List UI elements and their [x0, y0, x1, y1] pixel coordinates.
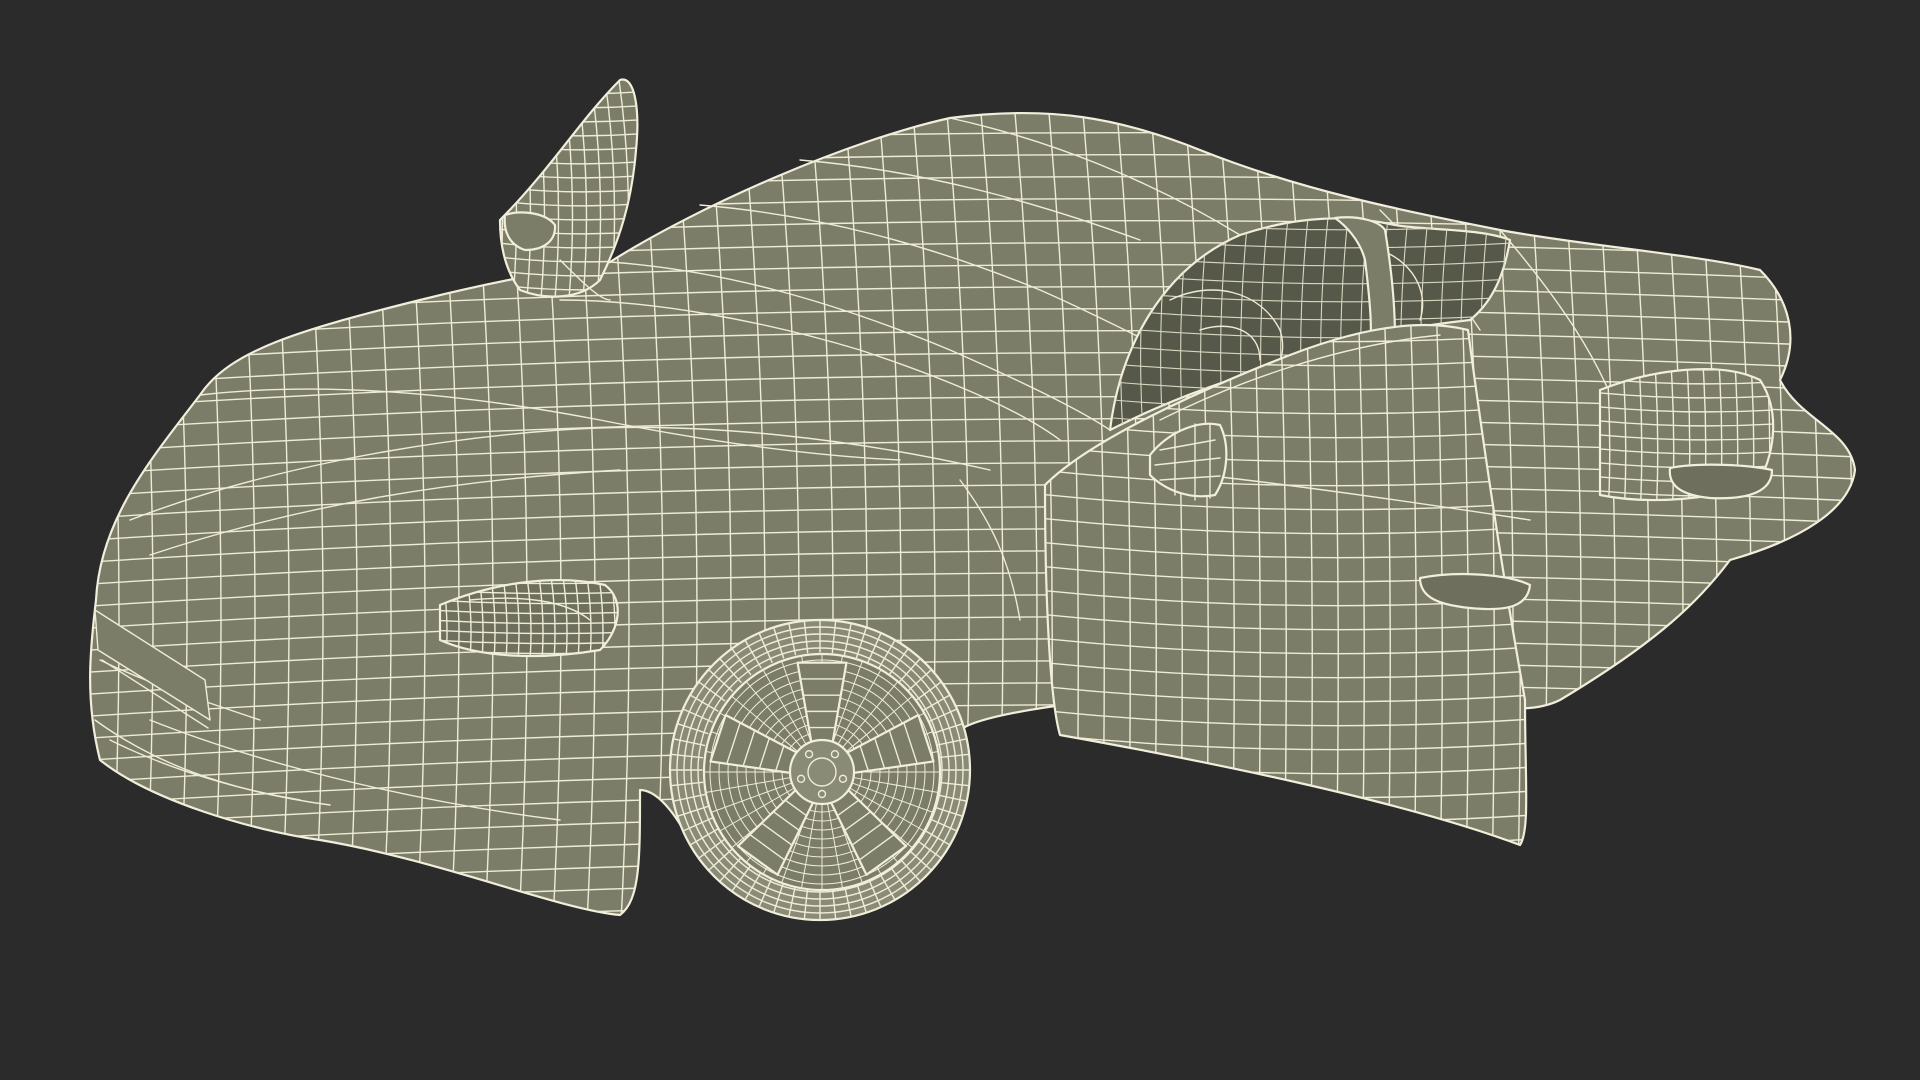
3d-viewport[interactable]	[0, 0, 1920, 1080]
car-wireframe-render	[89, 78, 1857, 922]
front-wheel	[668, 618, 972, 922]
wheel-hub	[788, 738, 856, 806]
rear-handle	[1668, 463, 1774, 500]
